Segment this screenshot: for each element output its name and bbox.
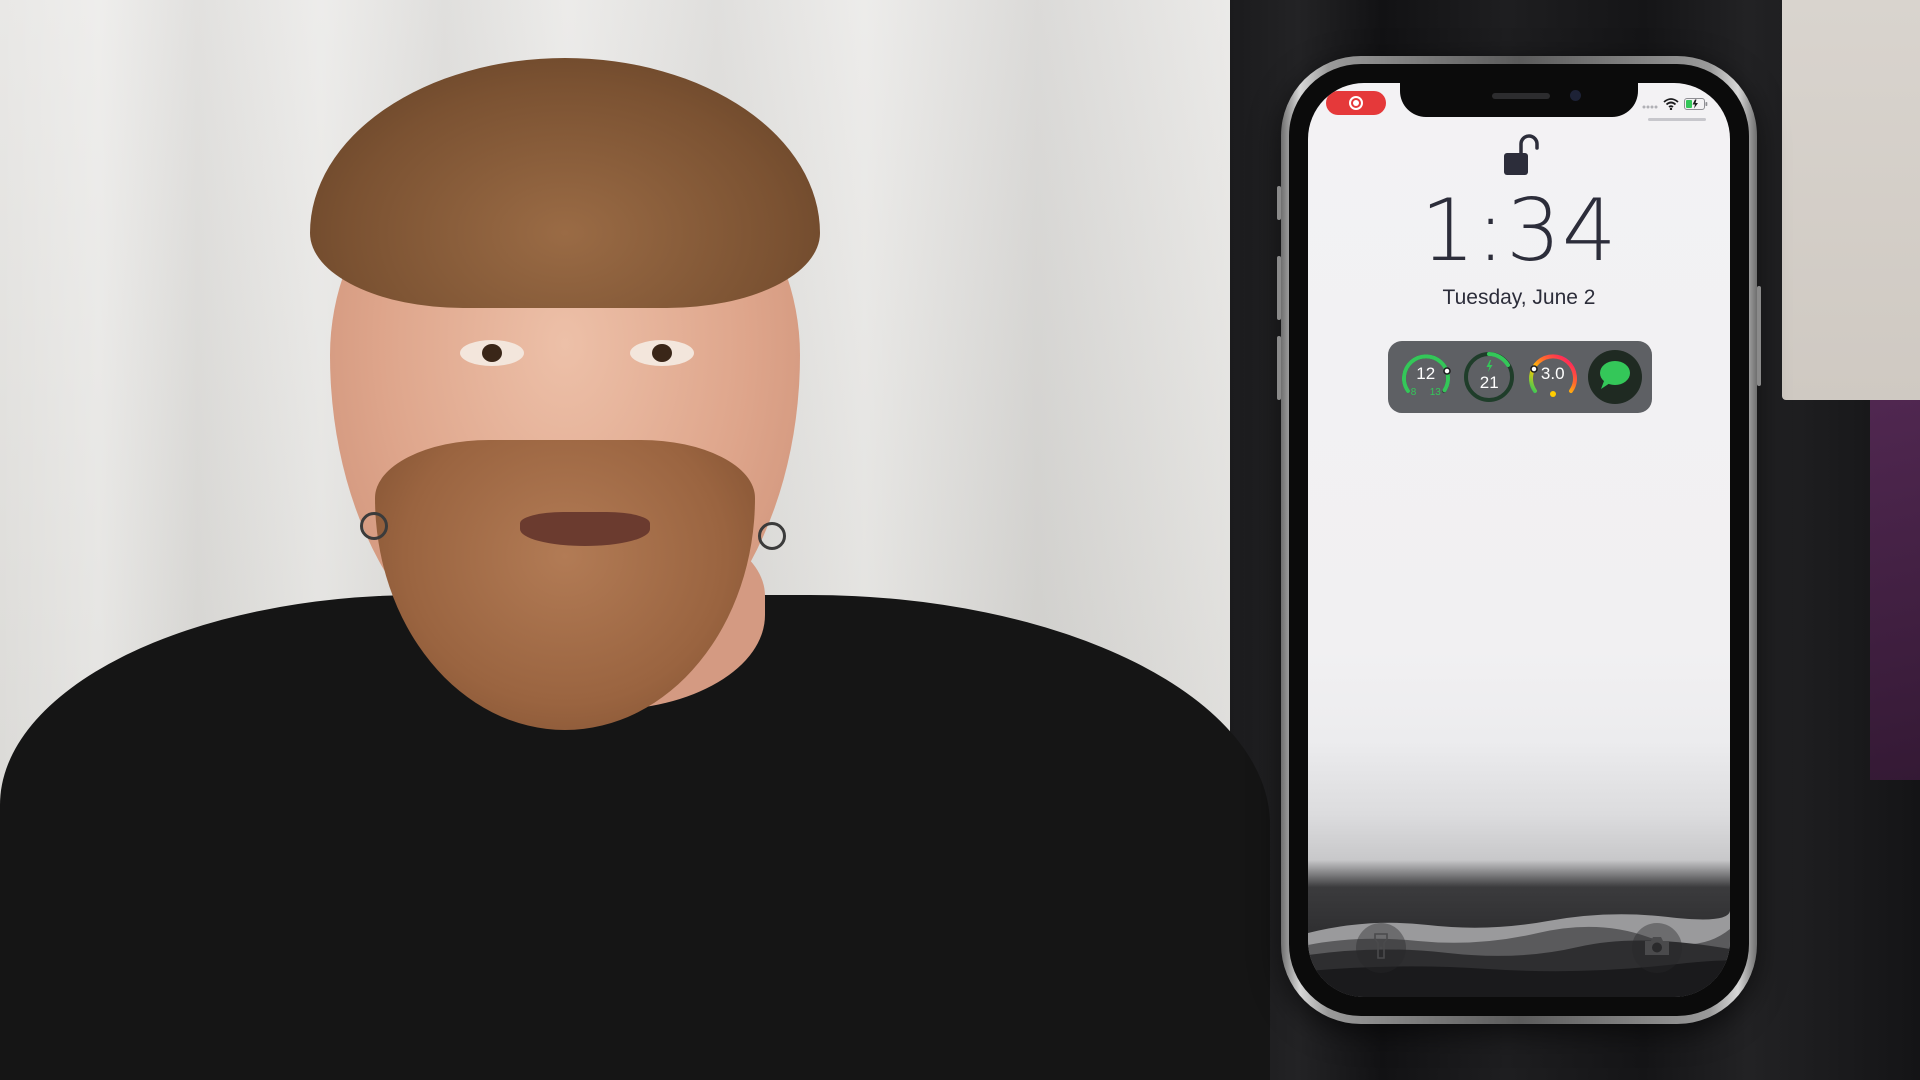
- flashlight-button[interactable]: [1356, 923, 1406, 973]
- temperature-high: 13: [1429, 387, 1441, 398]
- presenter-mouth: [520, 512, 650, 546]
- notch: [1400, 83, 1638, 117]
- presenter-eye-left: [460, 340, 524, 366]
- background-lamp: [1782, 0, 1920, 400]
- wifi-icon: [1663, 95, 1679, 114]
- volume-up-button: [1277, 256, 1281, 320]
- temperature-complication[interactable]: 12 8 13: [1398, 349, 1454, 405]
- camera-button[interactable]: [1632, 923, 1682, 973]
- lock-screen-date: Tuesday, June 2: [1442, 286, 1596, 309]
- presenter: [0, 0, 1300, 1080]
- signal-dots-icon: [1642, 95, 1658, 114]
- side-button: [1757, 286, 1761, 386]
- battery-complication[interactable]: 21: [1461, 349, 1517, 405]
- battery-charging-icon: [1684, 95, 1708, 114]
- messages-complication[interactable]: [1588, 350, 1643, 404]
- temperature-value: 12: [1416, 364, 1436, 383]
- presenter-eye-right: [630, 340, 694, 366]
- volume-down-button: [1277, 336, 1281, 400]
- complications-widget[interactable]: 12 8 13 21 3.0: [1388, 341, 1652, 413]
- earpiece-speaker: [1492, 93, 1550, 99]
- messages-icon: [1598, 360, 1632, 394]
- video-frame: 1:34 Tuesday, June 2 12 8 13 21 3.0: [0, 0, 1920, 1080]
- camera-icon: [1643, 935, 1671, 961]
- lock-screen-time: 1:34: [1420, 181, 1618, 281]
- battery-value: 21: [1479, 373, 1499, 392]
- control-center-grabber[interactable]: [1648, 118, 1706, 121]
- record-icon: [1349, 96, 1363, 110]
- uv-value: 3.0: [1540, 364, 1565, 383]
- mute-switch: [1277, 186, 1281, 220]
- presenter-earring-left: [360, 512, 388, 540]
- screen-recording-indicator[interactable]: [1326, 91, 1386, 115]
- unlocked-padlock-icon: [1501, 133, 1539, 177]
- uv-index-complication[interactable]: 3.0: [1525, 349, 1581, 405]
- presenter-earring-right: [758, 522, 786, 550]
- iphone-device: 1:34 Tuesday, June 2 12 8 13 21 3.0: [1277, 56, 1761, 1024]
- presenter-hair: [310, 58, 820, 308]
- background-glow: [1870, 400, 1920, 780]
- lock-screen[interactable]: 1:34 Tuesday, June 2 12 8 13 21 3.0: [1308, 83, 1730, 997]
- status-bar-right: [1642, 95, 1708, 114]
- temperature-low: 8: [1410, 387, 1417, 398]
- flashlight-icon: [1374, 932, 1388, 964]
- front-camera: [1570, 90, 1581, 101]
